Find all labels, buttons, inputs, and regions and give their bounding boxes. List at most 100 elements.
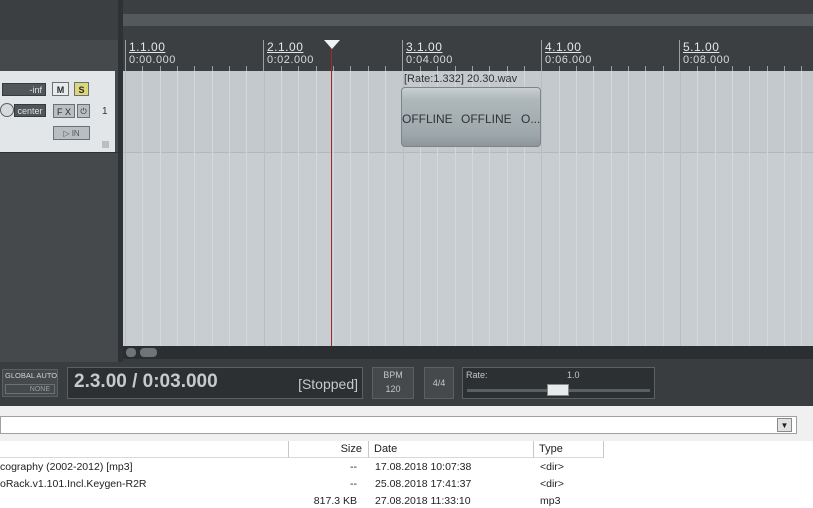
fx-button[interactable]: F X <box>53 104 75 118</box>
ruler-marker: 2.1.00 0:02.000 <box>263 40 313 71</box>
path-combobox[interactable] <box>0 416 797 434</box>
playrate-control[interactable]: Rate: 1.0 <box>462 367 655 399</box>
grid-line <box>611 71 612 346</box>
grid-line <box>541 71 542 346</box>
track-divider <box>0 152 118 153</box>
grid-line <box>194 71 195 346</box>
global-auto-label: GLOBAL AUTO <box>5 371 58 380</box>
grid-line <box>316 71 317 346</box>
grid-line <box>385 71 386 346</box>
ruler-marker: 4.1.00 0:06.000 <box>541 40 591 71</box>
file-name[interactable]: oRack.v1.101.Incl.Keygen-R2R <box>0 478 147 490</box>
grid-line <box>368 71 369 346</box>
bpm-label: BPM <box>383 370 403 380</box>
grid-line <box>663 71 664 346</box>
input-monitor-button[interactable]: ▷ IN <box>53 126 90 140</box>
file-size: -- <box>350 478 357 490</box>
file-type: mp3 <box>540 495 561 507</box>
scroll-thumb[interactable] <box>140 348 157 357</box>
grid-line <box>576 71 577 346</box>
ruler-marker: 5.1.00 0:08.000 <box>679 40 729 71</box>
grid-line <box>645 71 646 346</box>
grid-line <box>350 71 351 346</box>
grid-line <box>749 71 750 346</box>
rate-value: 1.0 <box>567 370 580 380</box>
grid-line <box>628 71 629 346</box>
play-state: [Stopped] <box>298 376 358 392</box>
grid-line <box>298 71 299 346</box>
rate-label: Rate: <box>466 370 488 380</box>
file-size: -- <box>350 461 357 473</box>
time-display[interactable]: 2.3.00 / 0:03.000 [Stopped] <box>67 367 363 399</box>
playhead-marker-icon[interactable] <box>324 40 340 49</box>
offline-label: OFFLINE <box>461 112 512 126</box>
grid-line <box>177 71 178 346</box>
fx-bypass-icon[interactable]: ⏻ <box>77 104 90 118</box>
ruler-time-label: 0:08.000 <box>683 54 730 66</box>
file-date: 25.08.2018 17:41:37 <box>375 478 472 490</box>
grid-line <box>212 71 213 346</box>
file-date: 17.08.2018 10:07:38 <box>375 461 472 473</box>
grid-line <box>281 71 282 346</box>
time-signature[interactable]: 4/4 <box>424 367 454 399</box>
ruler-bar-label: 5.1.00 <box>683 40 720 54</box>
grid-line <box>593 71 594 346</box>
chevron-down-icon[interactable]: ▼ <box>777 418 792 432</box>
media-item[interactable]: OFFLINE OFFLINE O... <box>401 87 541 147</box>
solo-button[interactable]: S <box>74 82 89 96</box>
grid-line <box>246 71 247 346</box>
automation-mode: NONE <box>5 384 55 394</box>
mute-button[interactable]: M <box>52 82 69 96</box>
column-header-type[interactable]: Type <box>534 441 604 458</box>
bpm-display[interactable]: BPM 120 <box>372 367 414 399</box>
ruler-bar-label: 3.1.00 <box>406 40 443 54</box>
timeline-overview-strip[interactable] <box>123 14 813 26</box>
media-item-name: [Rate:1.332] 20.30.wav <box>404 73 518 85</box>
ruler-marker: 3.1.00 0:04.000 <box>402 40 452 71</box>
grid-line <box>715 71 716 346</box>
file-name[interactable]: cography (2002-2012) [mp3] <box>0 461 133 473</box>
grid-line <box>559 71 560 346</box>
grid-line <box>697 71 698 346</box>
offline-label: O... <box>521 112 541 126</box>
ruler-bar-label: 1.1.00 <box>129 40 166 54</box>
grid-line <box>229 71 230 346</box>
grid-line <box>125 71 126 346</box>
horizontal-scrollbar[interactable] <box>123 346 813 359</box>
pan-knob[interactable] <box>0 103 14 117</box>
folder-icon[interactable] <box>102 141 109 148</box>
track-number: 1 <box>102 106 108 117</box>
column-header-size[interactable]: Size <box>289 441 369 458</box>
offline-label: OFFLINE <box>402 112 453 126</box>
grid-line <box>142 71 143 346</box>
position-readout: 2.3.00 / 0:03.000 <box>74 371 218 392</box>
global-automation-button[interactable]: GLOBAL AUTO NONE <box>2 369 58 397</box>
ruler-bar-label: 4.1.00 <box>545 40 582 54</box>
file-size: 817.3 KB <box>313 495 357 507</box>
bpm-value: 120 <box>385 384 401 394</box>
grid-line <box>680 71 681 346</box>
file-date: 27.08.2018 11:33:10 <box>375 495 471 507</box>
volume-readout[interactable]: -inf <box>2 83 46 96</box>
grid-line <box>264 71 265 346</box>
ruler-time-label: 0:06.000 <box>545 54 592 66</box>
column-header-date[interactable]: Date <box>369 441 534 458</box>
grid-line <box>333 71 334 346</box>
file-type: <dir> <box>540 461 564 473</box>
scroll-left-icon[interactable] <box>126 348 136 357</box>
pan-readout[interactable]: center <box>14 104 46 117</box>
ruler-bar-label: 2.1.00 <box>267 40 304 54</box>
grid-line <box>784 71 785 346</box>
playhead-cursor[interactable] <box>331 40 332 346</box>
grid-line <box>801 71 802 346</box>
timeline-ruler[interactable]: 1.1.00 0:00.000 2.1.00 0:02.000 3.1.00 0… <box>123 40 813 71</box>
ruler-time-label: 0:02.000 <box>267 54 314 66</box>
rate-slider-thumb[interactable] <box>547 384 569 396</box>
grid-line <box>767 71 768 346</box>
grid-line <box>732 71 733 346</box>
ruler-marker: 1.1.00 0:00.000 <box>125 40 175 71</box>
file-type: <dir> <box>540 478 564 490</box>
column-header-name[interactable] <box>0 441 289 458</box>
ruler-time-label: 0:04.000 <box>406 54 453 66</box>
ruler-time-label: 0:00.000 <box>129 54 176 66</box>
